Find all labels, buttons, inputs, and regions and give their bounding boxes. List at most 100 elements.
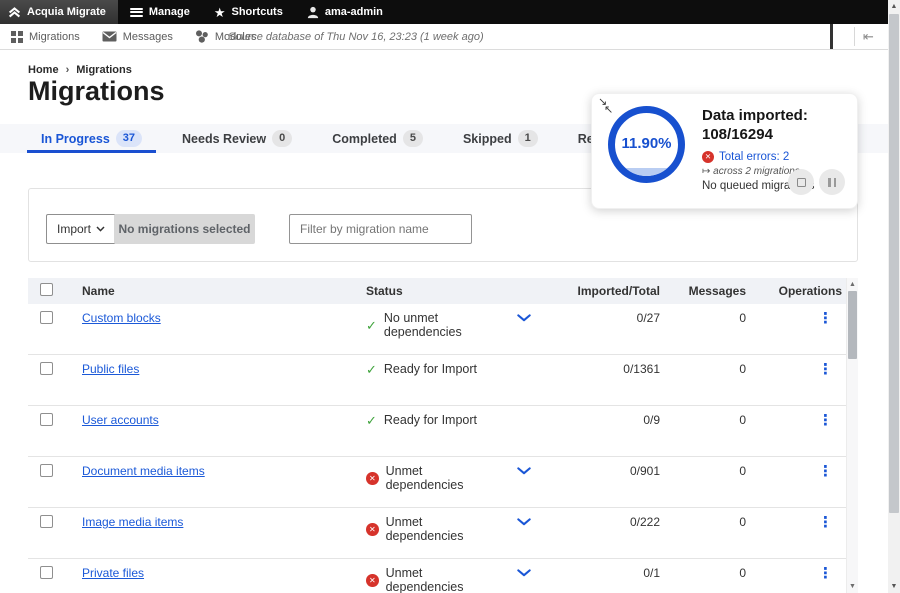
migration-link[interactable]: Custom blocks [82,311,161,325]
chevron-down-icon[interactable] [517,518,531,526]
chevron-down-icon[interactable] [517,467,531,475]
chevron-down-icon[interactable] [517,314,531,322]
shortcuts-label: Shortcuts [231,6,282,18]
migration-link[interactable]: Image media items [82,515,183,529]
toolbar-migrations[interactable]: Migrations [0,31,91,43]
import-dropdown-button[interactable]: Import [46,214,116,244]
collapse-left-icon: ⇤ [863,29,874,45]
migration-link[interactable]: User accounts [82,413,159,427]
error-icon: ✕ [702,151,714,163]
table-row-image-media-items: Image media items ✕ Unmet dependencies 0… [28,508,846,559]
error-icon: ✕ [366,472,379,485]
topbar-shortcuts[interactable]: ★ Shortcuts [202,0,295,24]
success-check-icon: ✓ [366,414,377,427]
tab-label: Needs Review [182,132,266,146]
stop-import-button[interactable] [788,169,814,195]
header-status: Status [358,284,500,298]
breadcrumb-home[interactable]: Home [28,64,59,76]
scroll-down-icon[interactable]: ▼ [847,583,858,590]
pause-icon [828,178,836,187]
toolbar-messages[interactable]: Messages [91,31,184,43]
select-all-checkbox[interactable] [40,283,53,296]
table-row-document-media-items: Document media items ✕ Unmet dependencie… [28,457,846,508]
tab-count-badge: 37 [116,130,142,147]
migration-link[interactable]: Private files [82,566,144,580]
topbar-manage[interactable]: Manage [118,0,202,24]
progress-ring-fill [615,168,678,176]
page-scrollbar-thumb[interactable] [889,14,899,513]
status-text: No unmet dependencies [384,311,500,339]
user-icon [307,6,319,19]
progress-percent: 11.90% [615,135,678,152]
table-row-custom-blocks: Custom blocks ✓ No unmet dependencies 0/… [28,304,846,355]
topbar-brand-acquia-migrate[interactable]: Acquia Migrate [0,0,118,24]
breadcrumb-current: Migrations [76,64,132,76]
header-messages: Messages [668,284,754,298]
tab-completed[interactable]: Completed 5 [318,124,437,153]
panel-divider [830,24,833,49]
success-check-icon: ✓ [366,363,377,376]
tab-label: In Progress [41,132,110,146]
migration-filter-input[interactable] [289,214,472,244]
status-text: Ready for Import [384,413,477,427]
imported-total-value: 0/9 [548,413,668,427]
operations-menu-icon[interactable]: ⋮ [818,463,833,480]
row-checkbox[interactable] [40,464,53,477]
scroll-up-icon[interactable]: ▲ [847,281,858,288]
chevron-down-icon[interactable] [517,569,531,577]
stop-icon [797,178,806,187]
selection-status-button: No migrations selected [114,214,255,244]
messages-count: 0 [668,362,754,376]
tab-count-badge: 5 [403,130,423,147]
header-imported-total: Imported/Total [548,284,668,298]
tab-label: Skipped [463,132,512,146]
pause-import-button[interactable] [819,169,845,195]
tab-skipped[interactable]: Skipped 1 [449,124,552,153]
table-row-private-files: Private files ✕ Unmet dependencies 0/1 0… [28,559,846,593]
row-checkbox[interactable] [40,311,53,324]
row-checkbox[interactable] [40,413,53,426]
total-errors-link[interactable]: Total errors: 2 [719,151,789,163]
row-checkbox[interactable] [40,515,53,528]
topbar-user[interactable]: ama-admin [295,0,395,24]
imported-total-value: 0/1 [548,566,668,580]
imported-total-value: 0/901 [548,464,668,478]
tab-needs-review[interactable]: Needs Review 0 [168,124,306,153]
operations-menu-icon[interactable]: ⋮ [818,565,833,582]
data-imported-value: 108/16294 [702,125,852,144]
breadcrumb: Home›Migrations [28,64,132,76]
scroll-up-icon[interactable]: ▲ [888,3,900,10]
migration-link[interactable]: Public files [82,362,139,376]
imported-total-value: 0/222 [548,515,668,529]
tab-label: Completed [332,132,397,146]
chevron-down-icon [96,226,105,232]
across-note: across 2 migrations [713,166,800,177]
tab-in-progress[interactable]: In Progress 37 [27,124,156,153]
admin-topbar: Acquia Migrate Manage ★ Shortcuts ama-ad… [0,0,888,24]
row-checkbox[interactable] [40,362,53,375]
brand-label: Acquia Migrate [27,6,106,18]
row-checkbox[interactable] [40,566,53,579]
migrations-table: Name Status Imported/Total Messages Oper… [28,278,858,593]
acquia-logo-icon [8,6,21,19]
module-toolbar: Migrations Messages Modules Source datab… [0,24,888,50]
table-header-row: Name Status Imported/Total Messages Oper… [28,278,846,304]
operations-menu-icon[interactable]: ⋮ [818,412,833,429]
operations-menu-icon[interactable]: ⋮ [818,361,833,378]
operations-menu-icon[interactable]: ⋮ [818,514,833,531]
scroll-down-icon[interactable]: ▼ [888,583,900,590]
table-scrollbar-thumb[interactable] [848,291,857,359]
migration-link[interactable]: Document media items [82,464,205,478]
error-icon: ✕ [366,574,379,587]
toolbar-messages-label: Messages [123,31,173,43]
messages-count: 0 [668,515,754,529]
toolbar-collapse[interactable]: ⇤ [854,27,874,46]
resize-nw-icon[interactable]: ↖ [604,103,613,116]
envelope-icon [102,31,117,42]
messages-count: 0 [668,464,754,478]
grid-icon [11,31,23,43]
page-scrollbar[interactable]: ▲ ▼ [888,0,900,593]
modules-icon [195,30,209,43]
table-scrollbar[interactable]: ▲ ▼ [846,278,858,593]
operations-menu-icon[interactable]: ⋮ [818,310,833,327]
